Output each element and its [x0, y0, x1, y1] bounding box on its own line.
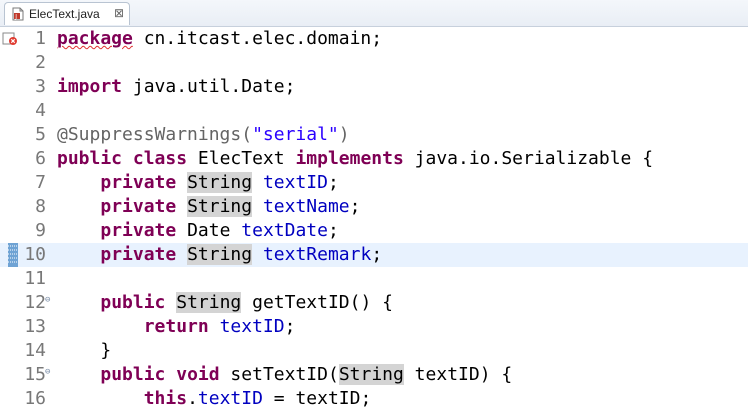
line-number: 11: [24, 268, 46, 289]
line-number: 15: [24, 364, 46, 385]
code-line: 2: [0, 51, 748, 75]
code-text: public String getTextID() {: [100, 292, 393, 313]
code-line: 13 return textID;: [0, 315, 748, 339]
code-text: import java.util.Date;: [57, 76, 296, 97]
code-text: private Date textDate;: [100, 220, 339, 241]
line-number: 13: [24, 316, 46, 337]
line-number: 7: [35, 172, 46, 193]
code-editor[interactable]: 1 package cn.itcast.elec.domain; 2 3 imp…: [0, 27, 748, 411]
code-line: 12 ⊖ public String getTextID() {: [0, 291, 748, 315]
code-line: 15 ⊖ public void setTextID(String textID…: [0, 363, 748, 387]
tab-label: ElecText.java: [29, 7, 100, 21]
editor-tab-bar: J ElecText.java ⊠: [0, 0, 748, 27]
code-text: this.textID = textID;: [143, 388, 372, 409]
code-line: 7 private String textID;: [0, 171, 748, 195]
code-text: @SuppressWarnings("serial"): [57, 124, 350, 145]
line-number: 10: [24, 244, 46, 265]
current-code-line: 10 private String textRemark;: [0, 243, 748, 267]
code-line: 9 private Date textDate;: [0, 219, 748, 243]
java-file-icon: J: [12, 7, 24, 21]
line-number: 6: [35, 148, 46, 169]
code-line: 5 @SuppressWarnings("serial"): [0, 123, 748, 147]
line-number: 1: [35, 28, 46, 49]
line-number: 12: [24, 292, 46, 313]
code-text: public class ElecText implements java.io…: [57, 148, 654, 169]
code-text: private String textID;: [100, 172, 339, 193]
line-number: 14: [24, 340, 46, 361]
error-marker-icon: [2, 32, 17, 45]
line-number: 2: [35, 52, 46, 73]
code-text: package cn.itcast.elec.domain;: [57, 28, 383, 49]
line-number: 9: [35, 220, 46, 241]
code-line: 6 public class ElecText implements java.…: [0, 147, 748, 171]
code-line: 4: [0, 99, 748, 123]
line-number: 16: [24, 388, 46, 409]
code-line: 1 package cn.itcast.elec.domain;: [0, 27, 748, 51]
current-line-marker-icon: [8, 243, 18, 267]
line-number: 8: [35, 196, 46, 217]
line-number: 4: [35, 100, 46, 121]
fold-collapse-icon[interactable]: ⊖: [45, 368, 50, 377]
code-line: 11: [0, 267, 748, 291]
code-text: public void setTextID(String textID) {: [100, 364, 513, 385]
close-icon[interactable]: ⊠: [114, 6, 124, 20]
code-text: private String textName;: [100, 196, 361, 217]
line-number: 3: [35, 76, 46, 97]
svg-text:J: J: [14, 13, 17, 20]
code-line: 3 import java.util.Date;: [0, 75, 748, 99]
tab-electext-java[interactable]: J ElecText.java ⊠: [4, 2, 130, 25]
code-text: }: [57, 340, 112, 361]
code-text: return textID;: [143, 316, 296, 337]
fold-collapse-icon[interactable]: ⊖: [45, 296, 50, 305]
code-text: private String textRemark;: [100, 244, 383, 265]
code-line: 8 private String textName;: [0, 195, 748, 219]
code-line: 16 this.textID = textID;: [0, 387, 748, 411]
code-line: 14 }: [0, 339, 748, 363]
line-number: 5: [35, 124, 46, 145]
